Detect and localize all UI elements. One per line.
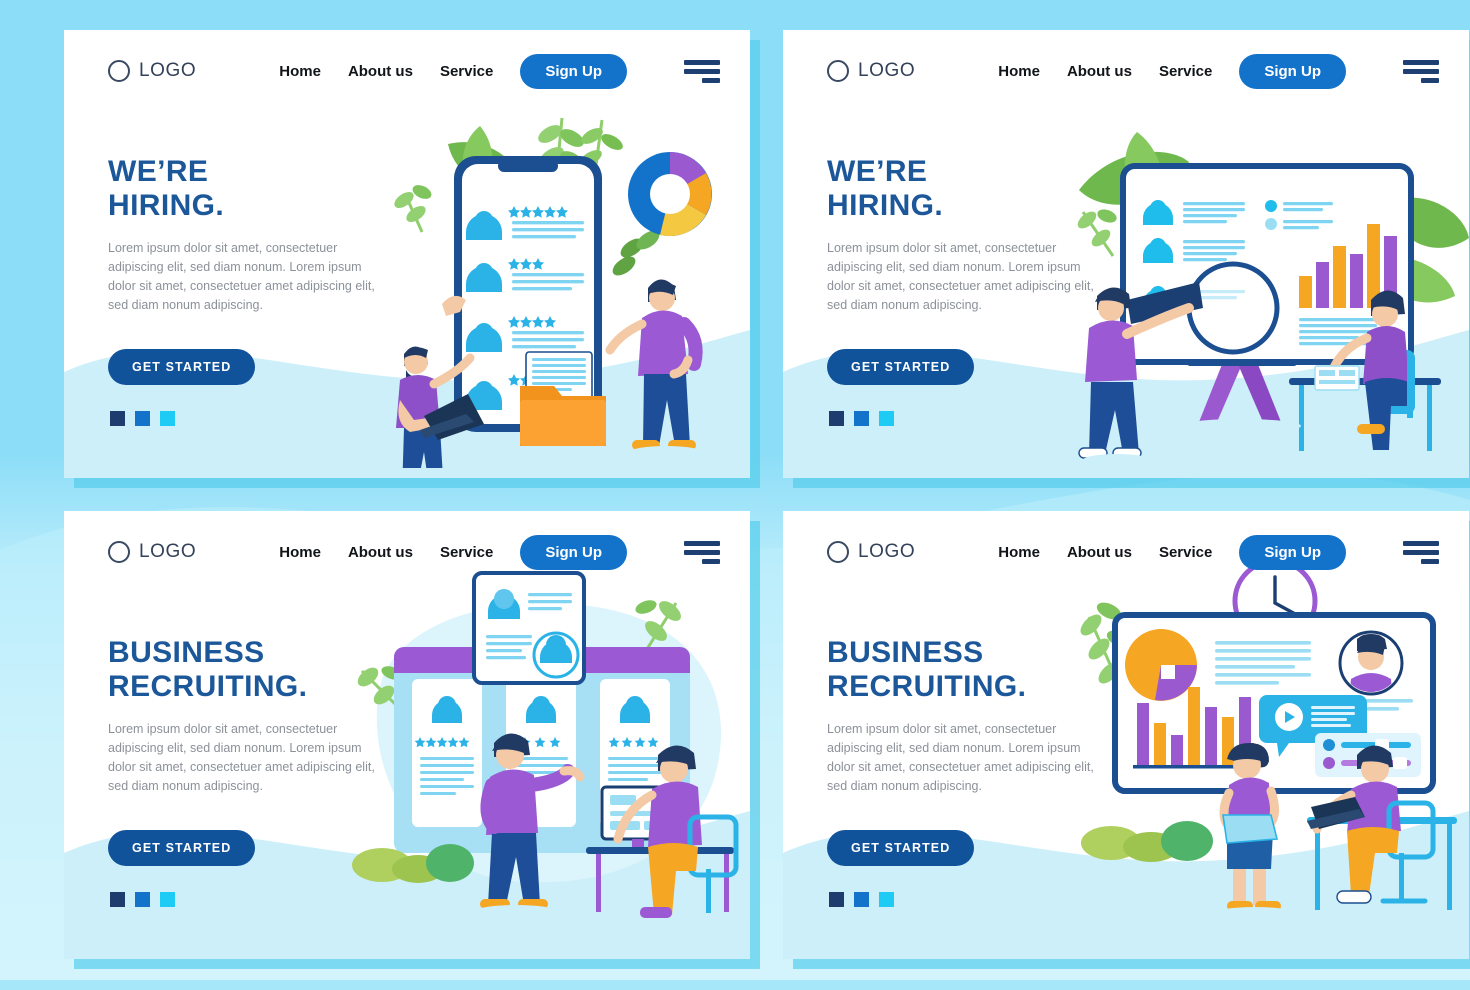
logo-label: LOGO	[858, 541, 916, 562]
carousel-dot-3[interactable]	[879, 892, 894, 907]
navbar: LOGO Home About us Service Sign Up	[783, 30, 1469, 112]
logo-circle-icon	[108, 541, 130, 563]
hamburger-icon[interactable]	[684, 540, 720, 564]
logo-label: LOGO	[858, 60, 916, 81]
sign-up-button[interactable]: Sign Up	[1239, 53, 1346, 89]
carousel-dot-1[interactable]	[110, 892, 125, 907]
nav-link-about-us[interactable]: About us	[348, 63, 413, 80]
hero-copy: WE’RE HIRING. Lorem ipsum dolor sit amet…	[108, 155, 376, 385]
shadow-ellipse	[1083, 454, 1151, 466]
nav-link-home[interactable]: Home	[998, 544, 1040, 561]
pie-chart	[1125, 629, 1197, 701]
logo[interactable]: LOGO	[108, 60, 196, 82]
donut-chart	[628, 152, 712, 237]
carousel-dot-3[interactable]	[879, 411, 894, 426]
panel-business-recruiting-cards: LOGO Home About us Service Sign Up BUSIN…	[64, 511, 750, 959]
illustration-presentation-board-search	[1077, 132, 1469, 466]
hero-copy: BUSINESS RECRUITING. Lorem ipsum dolor s…	[108, 636, 376, 866]
nav-link-about-us[interactable]: About us	[1067, 63, 1132, 80]
panel-were-hiring-phone: LOGO Home About us Service Sign Up WE’RE…	[64, 30, 750, 478]
illustration-dashboard-board-clock	[1080, 558, 1457, 919]
carousel-dot-1[interactable]	[110, 411, 125, 426]
carousel-dot-2[interactable]	[135, 892, 150, 907]
get-started-button[interactable]: GET STARTED	[108, 829, 256, 866]
carousel-dots[interactable]	[110, 411, 175, 426]
illustration-phone-candidate-list	[394, 117, 712, 468]
panel-were-hiring-board: LOGO Home About us Service Sign Up WE’RE…	[783, 30, 1469, 478]
logo[interactable]: LOGO	[108, 541, 196, 563]
nav-link-service[interactable]: Service	[1159, 544, 1212, 561]
landing-page-grid: LOGO Home About us Service Sign Up WE’RE…	[0, 0, 1470, 980]
logo[interactable]: LOGO	[827, 541, 915, 563]
candidate-card	[412, 679, 482, 827]
nav-link-home[interactable]: Home	[279, 544, 321, 561]
nav-links: Home About us Service Sign Up	[998, 53, 1439, 89]
logo-circle-icon	[827, 60, 849, 82]
nav-links: Home About us Service Sign Up	[998, 534, 1439, 570]
page-title: WE’RE HIRING.	[827, 155, 944, 222]
hamburger-icon[interactable]	[1403, 540, 1439, 564]
nav-link-home[interactable]: Home	[998, 63, 1040, 80]
shadow-ellipse	[630, 446, 702, 458]
hamburger-icon[interactable]	[1403, 59, 1439, 83]
carousel-dot-3[interactable]	[160, 892, 175, 907]
nav-link-home[interactable]: Home	[279, 63, 321, 80]
person-presenting	[605, 279, 703, 450]
desk	[1289, 378, 1441, 451]
carousel-dots[interactable]	[829, 892, 894, 907]
nav-links: Home About us Service Sign Up	[279, 534, 720, 570]
carousel-dots[interactable]	[110, 892, 175, 907]
sign-up-button[interactable]: Sign Up	[520, 53, 627, 89]
nav-links: Home About us Service Sign Up	[279, 53, 720, 89]
logo-label: LOGO	[139, 60, 197, 81]
shadow-ellipse	[1181, 419, 1301, 433]
get-started-button[interactable]: GET STARTED	[827, 829, 975, 866]
shadow-ellipse	[1215, 907, 1295, 919]
navbar: LOGO Home About us Service Sign Up	[64, 511, 750, 593]
hero-paragraph: Lorem ipsum dolor sit amet, consectetuer…	[108, 721, 375, 793]
carousel-dot-1[interactable]	[829, 411, 844, 426]
logo[interactable]: LOGO	[827, 60, 915, 82]
page-title: BUSINESS RECRUITING.	[108, 636, 308, 703]
hero-copy: BUSINESS RECRUITING. Lorem ipsum dolor s…	[827, 636, 1095, 866]
nav-link-about-us[interactable]: About us	[1067, 544, 1132, 561]
leaf-sprig-right-icon	[612, 230, 660, 276]
carousel-dot-2[interactable]	[135, 411, 150, 426]
bush-decoration	[1081, 821, 1213, 862]
logo-circle-icon	[827, 541, 849, 563]
carousel-dot-3[interactable]	[160, 411, 175, 426]
navbar: LOGO Home About us Service Sign Up	[783, 511, 1469, 593]
hero-paragraph: Lorem ipsum dolor sit amet, consectetuer…	[827, 721, 1094, 793]
leaf-sprig-left-icon	[394, 185, 432, 233]
hero-paragraph: Lorem ipsum dolor sit amet, consectetuer…	[827, 240, 1094, 312]
hero-paragraph: Lorem ipsum dolor sit amet, consectetuer…	[108, 240, 375, 312]
nav-link-service[interactable]: Service	[440, 63, 493, 80]
navbar: LOGO Home About us Service Sign Up	[64, 30, 750, 112]
nav-link-service[interactable]: Service	[1159, 63, 1212, 80]
carousel-dot-1[interactable]	[829, 892, 844, 907]
get-started-button[interactable]: GET STARTED	[108, 348, 256, 385]
sign-up-button[interactable]: Sign Up	[520, 534, 627, 570]
hamburger-icon[interactable]	[684, 59, 720, 83]
nav-link-about-us[interactable]: About us	[348, 544, 413, 561]
logo-circle-icon	[108, 60, 130, 82]
sign-up-button[interactable]: Sign Up	[1239, 534, 1346, 570]
nav-link-service[interactable]: Service	[440, 544, 493, 561]
panel-business-recruiting-dashboard: LOGO Home About us Service Sign Up BUSIN…	[783, 511, 1469, 959]
carousel-dots[interactable]	[829, 411, 894, 426]
shadow-ellipse	[476, 905, 556, 917]
get-started-button[interactable]: GET STARTED	[827, 348, 975, 385]
carousel-dot-2[interactable]	[854, 411, 869, 426]
page-title: BUSINESS RECRUITING.	[827, 636, 1027, 703]
logo-label: LOGO	[139, 541, 197, 562]
hero-copy: WE’RE HIRING. Lorem ipsum dolor sit amet…	[827, 155, 1095, 385]
illustration-candidate-cards-board	[352, 571, 739, 918]
carousel-dot-2[interactable]	[854, 892, 869, 907]
tripod-stand	[1187, 360, 1297, 422]
page-title: WE’RE HIRING.	[108, 155, 225, 222]
